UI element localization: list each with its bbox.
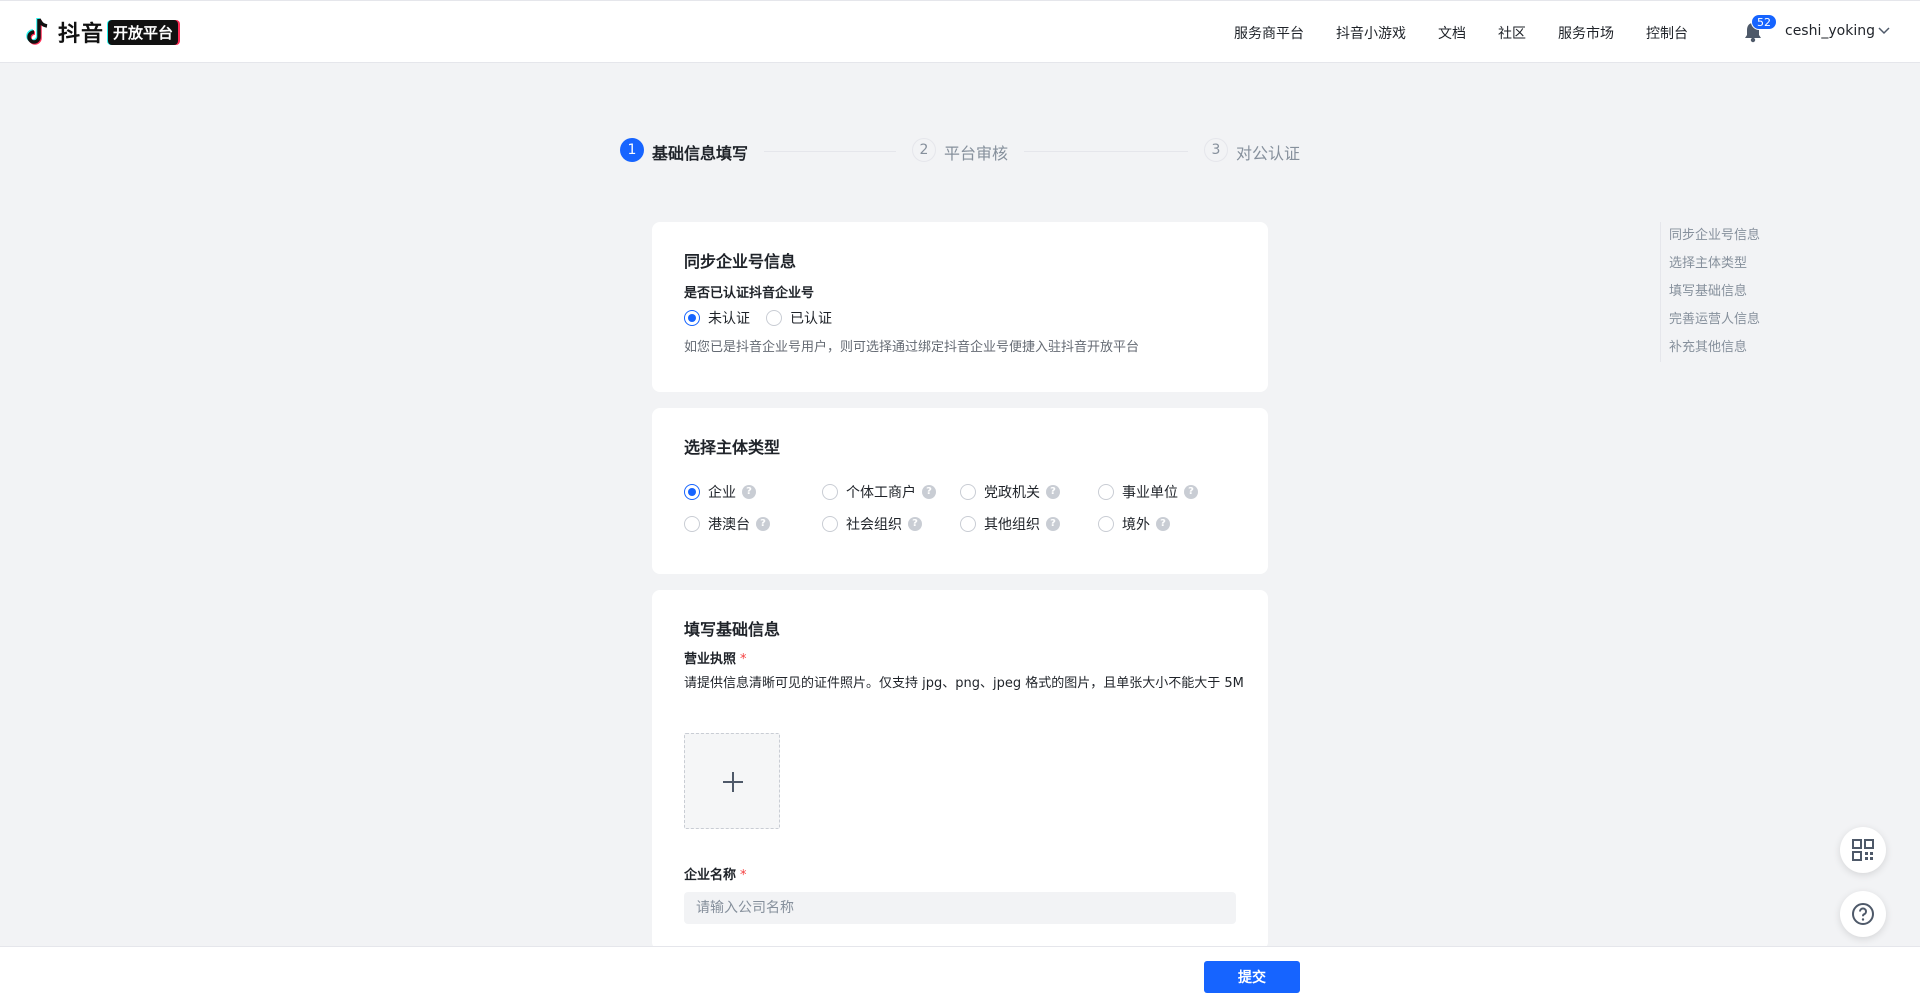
submit-button[interactable]: 提交 — [1204, 961, 1300, 993]
radio-dot[interactable] — [960, 516, 976, 532]
qr-code-icon — [1852, 839, 1874, 861]
radio-individual-business[interactable]: 个体工商户 ? — [822, 482, 936, 502]
logo-text: 抖音 — [58, 22, 105, 47]
question-icon[interactable]: ? — [1046, 517, 1060, 531]
radio-label: 企业 — [708, 485, 736, 501]
card-title: 填写基础信息 — [684, 620, 781, 639]
question-icon[interactable]: ? — [908, 517, 922, 531]
required-mark: * — [740, 652, 747, 667]
radio-dot-selected[interactable] — [684, 310, 700, 326]
nav-service-provider[interactable]: 服务商平台 — [1234, 23, 1304, 43]
card-title: 同步企业号信息 — [684, 252, 797, 271]
radio-dot[interactable] — [766, 310, 782, 326]
question-icon[interactable]: ? — [1184, 485, 1198, 499]
entity-type-card: 选择主体类型 企业 ? 个体工商户 ? 党政机关 ? 事业单位 ? 港澳台 ? … — [652, 408, 1268, 574]
step-1-number: 1 — [620, 138, 644, 162]
radio-label: 社会组织 — [846, 517, 902, 533]
radio-dot[interactable] — [822, 516, 838, 532]
qr-code-button[interactable] — [1840, 827, 1886, 873]
radio-overseas[interactable]: 境外 ? — [1098, 514, 1170, 534]
radio-dot[interactable] — [684, 516, 700, 532]
anchor-nav: 同步企业号信息 选择主体类型 填写基础信息 完善运营人信息 补充其他信息 — [1660, 222, 1760, 362]
radio-label: 已认证 — [790, 311, 832, 327]
upload-license-button[interactable] — [684, 733, 780, 829]
radio-dot[interactable] — [1098, 516, 1114, 532]
radio-enterprise[interactable]: 企业 ? — [684, 482, 756, 502]
help-icon — [1852, 903, 1874, 925]
radio-dot-selected[interactable] — [684, 484, 700, 500]
sync-enterprise-card: 同步企业号信息 是否已认证抖音企业号 未认证 已认证 如您已是抖音企业号用户，则… — [652, 222, 1268, 392]
nav-mini-games[interactable]: 抖音小游戏 — [1336, 23, 1406, 43]
radio-label: 港澳台 — [708, 517, 750, 533]
required-mark: * — [740, 868, 747, 883]
step-1-label: 基础信息填写 — [652, 144, 749, 163]
nav-service-market[interactable]: 服务市场 — [1558, 23, 1614, 43]
anchor-item-other-info[interactable]: 补充其他信息 — [1669, 334, 1760, 362]
notification-count-badge: 52 — [1751, 14, 1777, 30]
nav-console[interactable]: 控制台 — [1646, 23, 1688, 43]
nav-docs[interactable]: 文档 — [1438, 23, 1466, 43]
radio-public-institution[interactable]: 事业单位 ? — [1098, 482, 1198, 502]
step-3-number: 3 — [1204, 138, 1228, 162]
radio-not-verified[interactable]: 未认证 — [684, 308, 750, 328]
radio-label: 未认证 — [708, 311, 750, 327]
anchor-item-operator-info[interactable]: 完善运营人信息 — [1669, 306, 1760, 334]
radio-dot[interactable] — [960, 484, 976, 500]
radio-label: 事业单位 — [1122, 485, 1178, 501]
radio-dot[interactable] — [822, 484, 838, 500]
chevron-down-icon[interactable] — [1878, 27, 1890, 35]
step-2-label: 平台审核 — [944, 144, 1009, 163]
help-button[interactable] — [1840, 891, 1886, 937]
card-title: 选择主体类型 — [684, 438, 781, 457]
sync-hint: 如您已是抖音企业号用户，则可选择通过绑定抖音企业号便捷入驻抖音开放平台 — [684, 340, 1140, 355]
radio-hk-macau-taiwan[interactable]: 港澳台 ? — [684, 514, 770, 534]
business-license-label: 营业执照 * — [684, 648, 747, 667]
anchor-item-basic-info[interactable]: 填写基础信息 — [1669, 278, 1760, 306]
nav-community[interactable]: 社区 — [1498, 23, 1526, 43]
field-label-text: 企业名称 — [684, 868, 737, 883]
anchor-item-entity-type[interactable]: 选择主体类型 — [1669, 250, 1760, 278]
step-connector — [764, 151, 896, 152]
company-name-label: 企业名称 * — [684, 864, 747, 883]
douyin-note-icon — [26, 18, 48, 45]
field-label-text: 营业执照 — [684, 652, 737, 667]
question-icon[interactable]: ? — [1046, 485, 1060, 499]
radio-label: 个体工商户 — [846, 485, 916, 501]
plus-icon-vertical — [732, 772, 734, 792]
radio-other-organization[interactable]: 其他组织 ? — [960, 514, 1060, 534]
bottom-action-bar: 提交 — [0, 946, 1920, 1003]
radio-dot[interactable] — [1098, 484, 1114, 500]
question-icon[interactable]: ? — [1156, 517, 1170, 531]
company-name-input[interactable] — [684, 892, 1236, 924]
step-connector — [1024, 151, 1188, 152]
douyin-open-platform-logo[interactable]: 抖音 开放平台 — [24, 15, 179, 49]
top-header: 抖音 开放平台 服务商平台 抖音小游戏 文档 社区 服务市场 控制台 52 ce… — [0, 0, 1920, 63]
basic-info-card: 填写基础信息 营业执照 * 请提供信息清晰可见的证件照片。仅支持 jpg、png、… — [652, 590, 1268, 950]
question-icon[interactable]: ? — [756, 517, 770, 531]
anchor-item-sync[interactable]: 同步企业号信息 — [1669, 222, 1760, 250]
field-label: 是否已认证抖音企业号 — [684, 286, 815, 301]
radio-social-organization[interactable]: 社会组织 ? — [822, 514, 922, 534]
radio-label: 党政机关 — [984, 485, 1040, 501]
radio-verified[interactable]: 已认证 — [766, 308, 832, 328]
username[interactable]: ceshi_yoking — [1785, 23, 1875, 39]
radio-label: 其他组织 — [984, 517, 1040, 533]
question-icon[interactable]: ? — [742, 485, 756, 499]
business-license-description: 请提供信息清晰可见的证件照片。仅支持 jpg、png、jpeg 格式的图片，且单… — [684, 676, 1244, 691]
step-2-number: 2 — [912, 138, 936, 162]
logo-badge: 开放平台 — [108, 19, 179, 45]
radio-party-government[interactable]: 党政机关 ? — [960, 482, 1060, 502]
question-icon[interactable]: ? — [922, 485, 936, 499]
radio-label: 境外 — [1122, 517, 1150, 533]
step-3-label: 对公认证 — [1236, 144, 1301, 163]
